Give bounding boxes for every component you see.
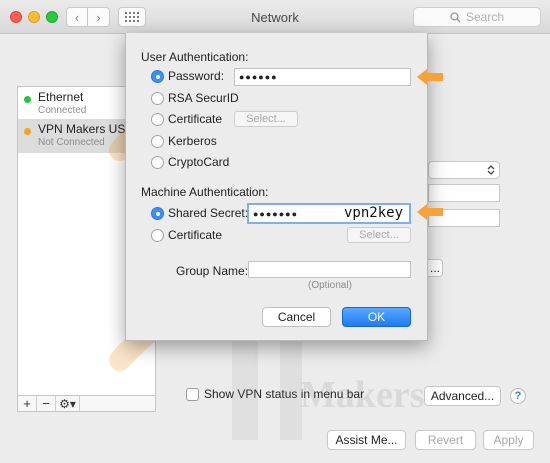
status-dot (24, 128, 31, 135)
radio-label: Kerberos (168, 134, 217, 148)
user-auth-heading: User Authentication: (141, 50, 249, 64)
arrow-left-icon (417, 204, 443, 220)
add-service-button[interactable]: + (18, 396, 37, 411)
configuration-popup[interactable] (428, 161, 500, 179)
gear-menu-button[interactable]: ⚙▾ (56, 396, 80, 411)
search-placeholder: Search (465, 10, 505, 24)
radio-label: Password: (168, 69, 225, 83)
radio-button[interactable] (151, 91, 164, 105)
radio-label: CryptoCard (168, 155, 230, 169)
select-certificate-user-button[interactable]: Select... (234, 111, 298, 127)
show-vpn-status-label: Show VPN status in menu bar (204, 387, 365, 401)
cancel-button[interactable]: Cancel (262, 307, 331, 327)
authentication-sheet: User Authentication: Password: ●●●●●● RS… (125, 33, 428, 341)
radio-kerberos[interactable]: Kerberos (151, 134, 217, 148)
apply-button[interactable]: Apply (483, 430, 534, 450)
radio-cryptocard[interactable]: CryptoCard (151, 155, 229, 169)
search-icon (450, 11, 461, 22)
title-bar: ‹ › Network Search (0, 0, 550, 34)
group-name-field[interactable] (248, 261, 411, 278)
shared-secret-dots: ●●●●●●● (253, 208, 299, 219)
group-name-label: Group Name: (176, 264, 249, 278)
revert-button[interactable]: Revert (415, 430, 476, 450)
advanced-button[interactable]: Advanced... (424, 386, 501, 406)
radio-label: RSA SecurID (168, 91, 239, 105)
radio-certificate-machine[interactable]: Certificate (151, 228, 222, 242)
machine-auth-heading: Machine Authentication: (141, 185, 269, 199)
sidebar-toolbar: + − ⚙▾ (17, 395, 156, 412)
password-value: ●●●●●● (239, 72, 278, 82)
checkbox-box[interactable] (186, 387, 199, 401)
shared-secret-text: vpn2key (344, 205, 404, 221)
assist-me-button[interactable]: Assist Me... (327, 430, 406, 450)
help-button[interactable]: ? (510, 388, 526, 404)
chevron-updown-icon (487, 165, 495, 175)
arrow-left-icon (417, 69, 443, 85)
radio-label: Certificate (168, 112, 223, 126)
radio-button[interactable] (151, 206, 164, 220)
radio-rsa-securid[interactable]: RSA SecurID (151, 91, 239, 105)
search-input[interactable]: Search (413, 7, 541, 27)
show-vpn-status-checkbox[interactable]: Show VPN status in menu bar (186, 387, 364, 401)
radio-shared-secret[interactable]: Shared Secret: (151, 206, 248, 220)
radio-label: Certificate (168, 228, 223, 242)
server-address-field[interactable] (428, 184, 500, 202)
status-dot (24, 96, 31, 103)
ok-button[interactable]: OK (342, 307, 411, 327)
authentication-settings-button[interactable]: ... (428, 259, 443, 277)
radio-button[interactable] (151, 228, 164, 242)
radio-password[interactable]: Password: (151, 69, 224, 83)
radio-certificate-user[interactable]: Certificate (151, 112, 222, 126)
radio-label: Shared Secret: (168, 206, 249, 220)
radio-button[interactable] (151, 134, 164, 148)
password-field[interactable]: ●●●●●● (234, 68, 411, 86)
radio-button[interactable] (151, 112, 164, 126)
select-certificate-machine-button[interactable]: Select... (347, 227, 411, 243)
radio-button[interactable] (151, 155, 164, 169)
group-name-hint: (Optional) (308, 280, 352, 291)
remove-service-button[interactable]: − (37, 396, 56, 411)
radio-button[interactable] (151, 69, 164, 83)
